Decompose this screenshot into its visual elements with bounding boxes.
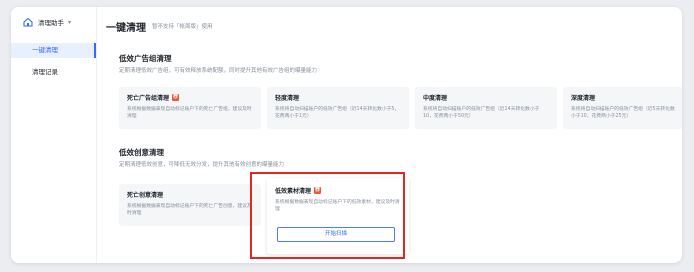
card-desc: 系统根据数据表现自动标记账户下的死亡广告组，建议及时清理 xyxy=(127,107,252,119)
section-title-ad-groups: 低效广告组清理 xyxy=(119,54,172,63)
card-desc: 系统将自动扫描账户的低效广告组（近14天转化数小于10，花费两小于50元） xyxy=(423,107,540,119)
section-desc-creatives: 定期清理低效创意，可降低无效分发，提升其他有效创意的曝量能力 xyxy=(119,162,285,168)
chevron-down-icon: ▾ xyxy=(68,18,72,26)
sidebar-item-one-click-clean[interactable]: 一键清理 xyxy=(11,43,96,58)
page-title: 一键清理 xyxy=(106,23,146,34)
card-title: 死亡创意清理 xyxy=(127,192,164,199)
card-dead-creative[interactable]: 死亡创意清理 系统根据数据表现自动标记账户下的死亡广告创意，建议及时清理 xyxy=(119,184,261,226)
sidebar: 清理助手 ▾ 一键清理 清理记录 xyxy=(11,7,97,263)
card-desc: 系统将自动扫描账户的低效广告组（近14天转化数小于5，花费两小于1元） xyxy=(275,107,400,119)
page-subtitle: 暂不支持「帐周版」使用 xyxy=(152,24,213,30)
card-title: 轻度清理 xyxy=(275,95,300,102)
sidebar-item-label: 一键清理 xyxy=(32,46,58,54)
sidebar-item-clean-history[interactable]: 清理记录 xyxy=(11,65,96,80)
highlight-box xyxy=(250,172,405,259)
section-title-creatives: 低效创意清理 xyxy=(119,148,164,157)
card-light-clean[interactable]: 轻度清理 系统将自动扫描账户的低效广告组（近14天转化数小于5，花费两小于1元） xyxy=(267,87,409,129)
sidebar-item-label: 清理记录 xyxy=(32,68,58,76)
card-title: 中度清理 xyxy=(423,95,448,102)
card-medium-clean[interactable]: 中度清理 系统将自动扫描账户的低效广告组（近14天转化数小于10，花费两小于50… xyxy=(415,87,557,129)
card-deep-clean[interactable]: 深度清理 系统将自动扫描账户的低效广告组（近5天转化数小于10，花费两小于25元… xyxy=(563,87,682,129)
app-name: 清理助手 xyxy=(38,19,64,27)
card-title: 深度清理 xyxy=(571,95,596,102)
card-dead-ad-group[interactable]: 死亡广告组清理 荐 系统根据数据表现自动标记账户下的死亡广告组，建议及时清理 xyxy=(119,87,261,129)
card-desc: 系统根据数据表现自动标记账户下的死亡广告创意，建议及时清理 xyxy=(127,204,252,216)
card-desc: 系统将自动扫描账户的低效广告组（近5天转化数小于10，花费两小于25元） xyxy=(571,107,675,119)
recommend-tag: 荐 xyxy=(172,94,180,101)
home-icon xyxy=(23,17,33,27)
section-desc-ad-groups: 定期清理低效广告组，可有效释放系统配额，同时提升其他有效广告组的曝量能力 xyxy=(119,68,318,74)
sidebar-header[interactable]: 清理助手 ▾ xyxy=(11,7,96,37)
card-title: 死亡广告组清理 荐 xyxy=(127,94,180,102)
